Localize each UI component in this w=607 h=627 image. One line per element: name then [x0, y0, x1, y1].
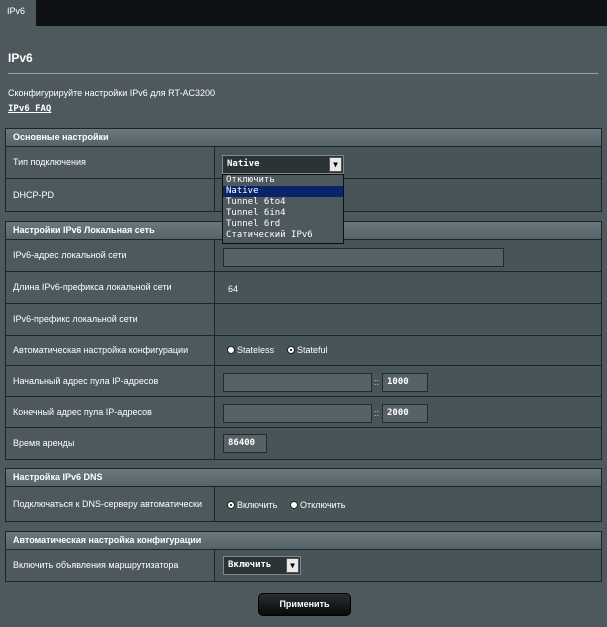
- router-adv-label: Включить объявления маршрутизатора: [6, 550, 214, 581]
- chevron-down-icon[interactable]: ▼: [286, 558, 299, 573]
- section-header-basic: Основные настройки: [5, 128, 602, 147]
- dhcp-pd-label: DHCP-PD: [6, 179, 214, 211]
- lan-address-input[interactable]: [223, 248, 504, 267]
- pool-end-input[interactable]: 2000: [382, 404, 428, 423]
- section-header-dns: Настройка IPv6 DNS: [5, 468, 602, 487]
- page-description: Сконфигурируйте настройки IPv6 для RT-AC…: [8, 88, 215, 98]
- connection-type-dropdown[interactable]: Отключить Native Tunnel 6to4 Tunnel 6in4…: [222, 174, 344, 244]
- dropdown-option-6rd[interactable]: Tunnel 6rd: [223, 219, 343, 230]
- pool-start-prefix-input[interactable]: [223, 373, 372, 392]
- lease-input[interactable]: 86400: [223, 434, 267, 453]
- dropdown-option-disable[interactable]: Отключить: [223, 175, 343, 186]
- lan-address-label: IPv6-адрес локальной сети: [6, 240, 214, 271]
- dropdown-option-6to4[interactable]: Tunnel 6to4: [223, 197, 343, 208]
- section-header-router-adv: Автоматическая настройка конфигурации: [5, 531, 602, 550]
- radio-dns-enable-dot[interactable]: [227, 501, 235, 509]
- connection-type-select[interactable]: Native ▼: [222, 155, 344, 174]
- pool-end-separator: ::: [374, 408, 380, 418]
- faq-link[interactable]: IPv6_FAQ: [8, 104, 51, 114]
- radio-stateful-dot[interactable]: [287, 346, 295, 354]
- prefix-length-label: Длина IPv6-префикса локальной сети: [6, 272, 214, 303]
- prefix-label: IPv6-префикс локальной сети: [6, 304, 214, 335]
- pool-end-label: Конечный адрес пула IP-адресов: [6, 397, 214, 427]
- prefix-length-cell: [214, 272, 601, 303]
- row-lease: Время аренды: [5, 428, 602, 460]
- radio-dns-disable-label: Отключить: [300, 500, 346, 510]
- pool-start-input[interactable]: 1000: [382, 373, 428, 392]
- tab-ipv6[interactable]: IPv6: [0, 0, 36, 26]
- auto-dns-label: Подключаться к DNS-серверу автоматически: [6, 487, 214, 521]
- radio-dns-enable[interactable]: Включить: [227, 500, 277, 510]
- lease-cell: [214, 428, 601, 459]
- connection-type-value: Native: [227, 159, 260, 169]
- dropdown-option-6in4[interactable]: Tunnel 6in4: [223, 208, 343, 219]
- radio-stateful-label: Stateful: [297, 345, 328, 355]
- radio-stateless-dot[interactable]: [227, 346, 235, 354]
- dropdown-option-static[interactable]: Статический IPv6: [223, 230, 343, 241]
- row-router-adv: Включить объявления маршрутизатора: [5, 550, 602, 582]
- apply-button[interactable]: Применить: [258, 593, 351, 616]
- top-bar: [0, 0, 607, 26]
- prefix-length-value: 64: [228, 284, 239, 294]
- autoconfig-label: Автоматическая настройка конфигурации: [6, 336, 214, 365]
- radio-dns-disable-dot[interactable]: [290, 501, 298, 509]
- row-prefix: IPv6-префикс локальной сети: [5, 304, 602, 336]
- radio-stateful[interactable]: Stateful: [287, 345, 328, 355]
- pool-start-separator: ::: [374, 377, 380, 387]
- page-title: IPv6: [8, 51, 33, 65]
- dropdown-option-native[interactable]: Native: [223, 186, 343, 197]
- prefix-cell: [214, 304, 601, 335]
- title-divider: [8, 73, 598, 74]
- radio-dns-disable[interactable]: Отключить: [290, 500, 346, 510]
- radio-stateless-label: Stateless: [237, 345, 275, 355]
- row-prefix-length: Длина IPv6-префикса локальной сети: [5, 272, 602, 304]
- pool-end-prefix-input[interactable]: [223, 404, 372, 423]
- pool-start-label: Начальный адрес пула IP-адресов: [6, 366, 214, 396]
- connection-type-label: Тип подключения: [6, 147, 214, 178]
- radio-stateless[interactable]: Stateless: [227, 345, 274, 355]
- router-adv-select[interactable]: Включить ▼: [223, 556, 301, 575]
- router-adv-value: Включить: [228, 560, 272, 570]
- lease-label: Время аренды: [6, 428, 214, 459]
- radio-dns-enable-label: Включить: [237, 500, 278, 510]
- chevron-down-icon[interactable]: ▼: [329, 157, 342, 172]
